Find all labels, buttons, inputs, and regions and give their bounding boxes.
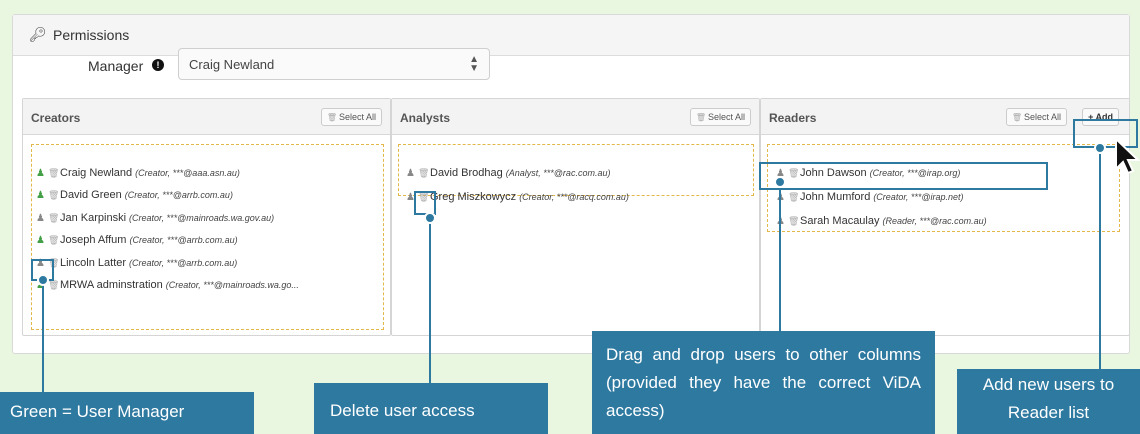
user-row[interactable]: ♟ 🗑︎David Brodhag (Analyst, ***@rac.com.au… [406,167,610,187]
user-name: Joseph Affum [60,234,127,247]
trash-icon[interactable]: 🗑︎ [48,235,59,246]
person-icon[interactable]: ♟ [36,213,46,224]
green-callout-line [42,281,44,395]
person-icon[interactable]: ♟ [36,190,46,201]
user-name: Lincoln Latter [60,256,127,269]
user-name: Greg Miszkowycz [430,191,517,203]
person-icon[interactable]: ♟ [406,168,416,179]
person-icon[interactable]: ♟ [36,168,46,179]
user-detail: (Creator, ***@arrb.com.au) [124,190,233,201]
drag-callout-line [779,190,781,334]
user-detail: (Analyst, ***@rac.com.au) [505,168,611,178]
user-detail: (Creator, ***@arrb.com.au) [129,235,238,246]
user-detail: (Creator, ***@mainroads.wa.gov.au) [129,212,275,223]
trash-icon-highlight [414,191,436,215]
drag-callout: Drag and drop users to other columns (pr… [592,331,935,434]
user-name: David Brodhag [430,167,503,179]
analysts-column: Analysts 🗑︎ Select All [391,98,760,336]
user-name: Jan Karpinski [60,211,127,224]
trash-icon[interactable]: 🗑︎ [48,190,59,201]
drag-row-highlight [759,162,1048,190]
trash-icon[interactable]: 🗑︎ [48,213,59,224]
green-callout-dot [37,274,49,286]
user-detail: (Creator, ***@aaa.asn.au) [135,168,240,178]
manager-select-value: Craig Newland [189,57,275,72]
user-row[interactable]: ♟ 🗑︎David Green (Creator, ***@arrb.com.au) [36,189,233,209]
user-row[interactable]: ♟🗑︎John Mumford(Creator, ***@irap.net) [776,191,963,211]
user-detail: (Reader, ***@rac.com.au) [882,216,987,226]
add-callout-dot [1094,142,1106,154]
delete-callout-dot [424,212,436,224]
user-detail: (Creator, ***@irap.net) [873,192,964,202]
user-row[interactable]: ♟🗑︎MRWA adminstration(Creator, ***@mainr… [36,279,299,299]
user-detail: (Creator, ***@mainroads.wa.go... [165,280,299,290]
user-name: John Mumford [800,191,871,203]
person-icon[interactable]: ♟ [776,216,786,227]
panel-title: Permissions [53,27,130,43]
analysts-select-all-button[interactable]: 🗑︎ Select All [689,108,751,126]
user-detail: (Creator, ***@racq.com.au) [519,192,629,202]
creators-header: Creators 🗑︎ Select All [23,99,390,135]
manager-label: Manager [88,58,144,74]
trash-icon: 🗑︎ [326,113,337,122]
user-detail: (Creator, ***@arrb.com.au) [129,257,238,268]
user-row[interactable]: ♟ 🗑︎Joseph Affum (Creator, ***@arrb.com.au… [36,234,238,254]
user-row[interactable]: ♟ 🗑︎Jan Karpinski (Creator, ***@mainroads.… [36,212,274,232]
user-name: MRWA adminstration [60,279,163,291]
user-name: David Green [60,189,122,202]
user-name: Craig Newland [60,167,133,179]
delete-callout: Delete user access [314,383,548,434]
user-row[interactable]: ♟ 🗑︎Greg Miszkowycz (Creator, ***@racq.com… [406,191,629,211]
trash-icon[interactable]: 🗑︎ [48,168,59,179]
analysts-title: Analysts [400,111,451,125]
select-arrows-icon: ▲ ▼ [469,54,479,74]
trash-icon[interactable]: 🗑︎ [788,216,799,227]
info-icon[interactable]: ! [152,59,164,71]
trash-icon[interactable]: 🗑︎ [788,192,799,203]
trash-icon[interactable]: 🗑︎ [48,280,59,291]
add-callout: Add new users to Reader list [957,369,1140,434]
trash-icon[interactable]: 🗑︎ [418,168,429,179]
person-icon[interactable]: ♟ [36,235,46,246]
readers-select-all-button[interactable]: 🗑︎ Select All [1005,108,1067,126]
creators-title: Creators [31,111,81,125]
mouse-cursor-icon [1115,137,1140,175]
user-row[interactable]: ♟ 🗑︎Craig Newland (Creator, ***@aaa.asn.au… [36,167,240,187]
user-row[interactable]: ♟ 🗑︎Lincoln Latter (Creator, ***@arrb.com.… [36,257,237,277]
user-name: Sarah Macaulay [800,215,880,227]
user-row[interactable]: ♟🗑︎Sarah Macaulay(Reader, ***@rac.com.au… [776,215,987,235]
add-callout-line [1099,148,1101,372]
creators-select-all-button[interactable]: 🗑︎ Select All [320,108,382,126]
readers-title: Readers [769,111,817,125]
trash-icon: 🗑︎ [1011,113,1022,122]
delete-callout-line [429,215,431,383]
key-icon: 🔑︎ [29,26,47,42]
analysts-header: Analysts 🗑︎ Select All [392,99,759,135]
manager-select[interactable]: Craig Newland ▲ ▼ [178,48,490,80]
green-callout: Green = User Manager [0,392,254,434]
drag-callout-dot [774,176,786,188]
person-icon[interactable]: ♟ [776,192,786,203]
trash-icon: 🗑︎ [695,113,706,122]
